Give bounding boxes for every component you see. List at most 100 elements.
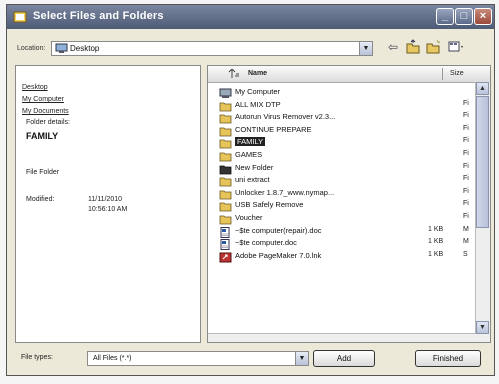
item-type: Fi [463, 112, 469, 120]
desktop-icon [55, 43, 68, 53]
file-list-pane[interactable]: Name Size My Computer ALL MIX DTP Fi Autoru… [207, 65, 491, 343]
item-type: M [463, 238, 469, 246]
folder-icon [219, 111, 232, 124]
folder-icon [219, 124, 232, 137]
doc-icon [219, 237, 232, 251]
screenshot-page: Select Files and Folders _ □ × Location:… [0, 0, 499, 384]
window-title: Select Files and Folders [33, 10, 164, 22]
location-label: Location: [17, 45, 46, 52]
column-separator[interactable] [442, 68, 443, 80]
item-type: Fi [463, 124, 469, 132]
item-type: Fi [463, 150, 469, 157]
doc-icon [219, 225, 232, 238]
folder-details-pane: Desktop My Computer My Documents Folder … [15, 65, 201, 343]
column-size-header[interactable]: Size [450, 70, 464, 77]
item-name: Unlocker 1.8.7_www.nymap... [235, 187, 335, 197]
item-size: 1 KB [428, 225, 444, 233]
shortcut-icon [219, 250, 232, 263]
item-name: GAMES [235, 150, 263, 159]
link-desktop[interactable]: Desktop [22, 84, 48, 91]
horizontal-scrollbar[interactable] [208, 333, 476, 342]
app-icon [13, 11, 27, 23]
link-my-documents[interactable]: My Documents [22, 108, 69, 115]
item-type: Fi [463, 99, 469, 107]
sort-arrow-icon [228, 69, 239, 78]
vertical-scrollbar[interactable]: ▲ ▼ [475, 82, 490, 342]
file-types-label: File types: [21, 354, 53, 361]
item-type: M [463, 225, 469, 233]
location-value: Desktop [70, 44, 100, 53]
location-combo[interactable]: Desktop ▼ [51, 41, 373, 56]
item-name: FAMILY [235, 137, 266, 147]
selected-folder-name: FAMILY [26, 131, 59, 141]
new-folder-icon[interactable] [425, 39, 441, 55]
column-name-header[interactable]: Name [248, 70, 267, 77]
folder-type: File Folder [26, 169, 60, 176]
scroll-down-button[interactable]: ▼ [476, 321, 489, 334]
list-item[interactable]: ~$te computer.doc 1 KB M [208, 237, 476, 251]
item-name: uni extract [235, 175, 270, 185]
file-types-dropdown-button[interactable]: ▼ [295, 352, 308, 365]
up-folder-icon[interactable] [405, 39, 421, 55]
item-name: Adobe PageMaker 7.0.lnk [235, 250, 322, 260]
item-name: USB Safely Remove [235, 200, 304, 210]
modified-time: 10:56:10 AM [88, 206, 128, 213]
maximize-button[interactable]: □ [455, 8, 473, 25]
back-icon[interactable]: ⇦ [385, 39, 401, 55]
list-item[interactable]: Voucher Fi [208, 212, 476, 225]
list-header: Name Size [208, 66, 490, 83]
folder-icon [219, 212, 232, 225]
file-types-value: All Files (*.*) [93, 355, 132, 362]
list-item[interactable]: GAMES Fi [208, 149, 476, 162]
item-name: My Computer [235, 87, 281, 96]
item-name: Autorun Virus Remover v2.3... [235, 112, 336, 122]
folder-icon [219, 136, 232, 149]
list-item[interactable]: New Folder Fi [208, 162, 476, 174]
item-name: ALL MIX DTP [235, 99, 281, 109]
close-button[interactable]: × [474, 8, 492, 25]
folder-icon [219, 187, 232, 200]
list-item[interactable]: My Computer [208, 86, 476, 98]
location-dropdown-button[interactable]: ▼ [359, 42, 372, 55]
scroll-thumb[interactable] [476, 96, 489, 228]
folder-icon [219, 99, 232, 111]
list-item[interactable]: Adobe PageMaker 7.0.lnk 1 KB S [208, 250, 476, 263]
item-name: New Folder [235, 162, 274, 172]
list-item[interactable]: USB Safely Remove Fi [208, 199, 476, 212]
item-type: Fi [463, 187, 469, 195]
item-size: 1 KB [428, 250, 444, 258]
item-type: Fi [463, 213, 469, 220]
minimize-button[interactable]: _ [436, 8, 454, 25]
file-types-combo[interactable]: All Files (*.*) ▼ [87, 351, 309, 366]
list-item[interactable]: ~$te computer(repair).doc 1 KB M [208, 225, 476, 238]
list-item[interactable]: Autorun Virus Remover v2.3... Fi [208, 111, 476, 124]
link-my-computer[interactable]: My Computer [22, 96, 64, 103]
list-item[interactable]: CONTINUE PREPARE Fi [208, 124, 476, 137]
folder-icon [219, 174, 232, 187]
item-size: 1 KB [428, 238, 444, 246]
folder-dark-icon [219, 162, 232, 174]
list-item[interactable]: ALL MIX DTP Fi [208, 99, 476, 111]
list-item[interactable]: uni extract Fi [208, 174, 476, 187]
item-type: Fi [463, 175, 469, 183]
finished-button[interactable]: Finished [415, 350, 481, 367]
modified-label: Modified: [26, 196, 55, 203]
select-files-dialog: Select Files and Folders _ □ × Location:… [6, 4, 495, 376]
add-button[interactable]: Add [313, 350, 375, 367]
title-bar[interactable]: Select Files and Folders _ □ × [7, 5, 494, 29]
item-name: CONTINUE PREPARE [235, 124, 312, 134]
list-item[interactable]: Unlocker 1.8.7_www.nymap... Fi [208, 187, 476, 200]
bottom-bar: File types: All Files (*.*) ▼ Add Finish… [7, 345, 494, 375]
item-name: Voucher [235, 213, 263, 222]
details-heading: Folder details: [26, 119, 70, 126]
item-type: Fi [463, 200, 469, 208]
item-name: ~$te computer.doc [235, 238, 297, 248]
folder-icon [219, 199, 232, 212]
list-item-selected[interactable]: FAMILY Fi [208, 136, 476, 149]
view-menu-icon[interactable] [447, 39, 463, 55]
item-type: Fi [463, 137, 469, 145]
item-name: ~$te computer(repair).doc [235, 225, 322, 235]
modified-date: 11/11/2010 [88, 196, 122, 203]
computer-icon [219, 86, 232, 98]
scroll-up-button[interactable]: ▲ [476, 82, 489, 95]
